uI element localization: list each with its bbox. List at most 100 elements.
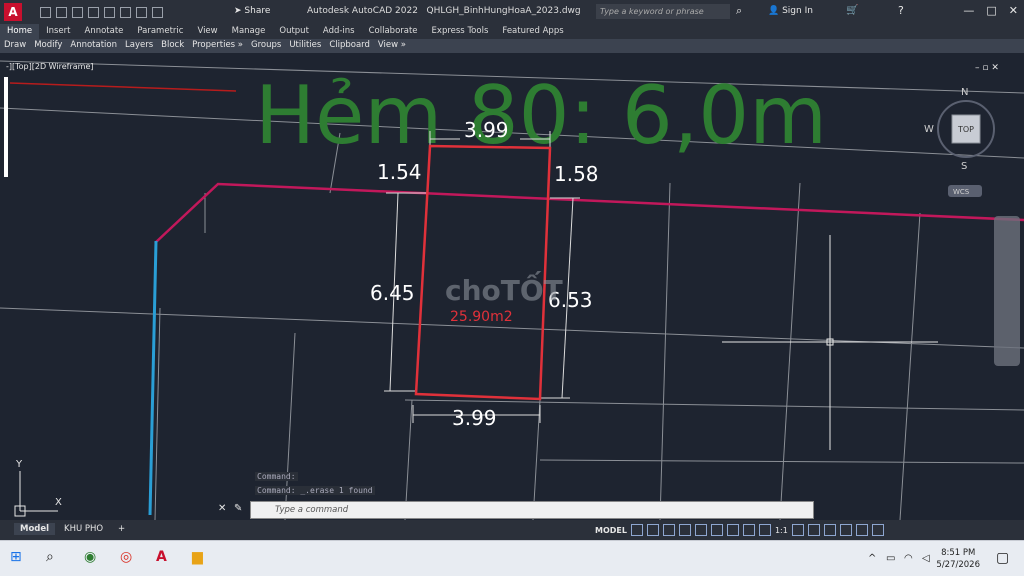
window-title: Autodesk AutoCAD 2022 QHLGH_BinhHungHoaA… xyxy=(307,6,581,16)
file-explorer-icon[interactable]: ▆ xyxy=(192,549,210,567)
ribbon-panels: Draw Modify Annotation Layers Block Propertie… xyxy=(0,39,1024,53)
isodraft-icon[interactable] xyxy=(694,524,707,536)
drawing-viewport[interactable]: Hẻm 80: 6,0m 3.99 3.99 6.45 6.53 1.54 1.… xyxy=(0,53,1024,520)
panel-modify[interactable]: Modify xyxy=(30,39,66,53)
grid-icon[interactable] xyxy=(630,524,643,536)
taskbar-clock[interactable]: 8:51 PM 5/27/2026 xyxy=(936,547,980,571)
tab-manage[interactable]: Manage xyxy=(225,24,273,39)
volume-icon[interactable]: ◁ xyxy=(922,553,930,564)
chrome-icon[interactable]: ◎ xyxy=(120,549,138,567)
tab-collaborate[interactable]: Collaborate xyxy=(362,24,425,39)
panel-properties[interactable]: Properties » xyxy=(188,39,247,53)
windows-taskbar: ⊞ ⌕ ◉ ◎ A ▆ ^ ▭ ◠ ◁ 8:51 PM 5/27/2026 ▢ xyxy=(0,540,1024,576)
panel-layers[interactable]: Layers xyxy=(121,39,157,53)
save-as-icon[interactable] xyxy=(88,6,99,18)
undo-icon[interactable] xyxy=(136,6,147,18)
clean-screen-icon[interactable] xyxy=(855,524,868,536)
add-layout-button[interactable]: + xyxy=(112,523,131,535)
isolate-icon[interactable] xyxy=(823,524,836,536)
panel-block[interactable]: Block xyxy=(157,39,188,53)
sign-in-button[interactable]: 👤 Sign In xyxy=(768,6,813,16)
panel-draw[interactable]: Draw xyxy=(0,39,30,53)
command-input[interactable]: Type a command xyxy=(250,501,814,519)
notifications-icon[interactable]: ▢ xyxy=(996,550,1009,566)
hardware-acceleration-icon[interactable] xyxy=(839,524,852,536)
search-icon[interactable]: ⌕ xyxy=(736,4,742,18)
share-button[interactable]: ➤ Share xyxy=(234,6,270,16)
snap-icon[interactable] xyxy=(646,524,659,536)
model-space-toggle[interactable]: MODEL xyxy=(595,526,627,535)
search-input[interactable]: Type a keyword or phrase xyxy=(596,4,730,19)
tab-express-tools[interactable]: Express Tools xyxy=(425,24,496,39)
title-bar: A ➤ Share Autodesk AutoCAD 2022 QHLGH_Bi… xyxy=(0,0,1024,24)
panel-view[interactable]: View » xyxy=(374,39,410,53)
viewport-window-controls-icon[interactable]: – ▫ ✕ xyxy=(975,63,999,73)
tab-output[interactable]: Output xyxy=(272,24,316,39)
redo-icon[interactable] xyxy=(152,6,163,18)
print-icon[interactable] xyxy=(120,6,131,18)
annotation-scale[interactable]: 1:1 xyxy=(775,526,788,535)
new-file-icon[interactable] xyxy=(40,6,51,18)
status-bar: MODEL 1:1 xyxy=(595,522,884,538)
window-controls: — □ ✕ xyxy=(963,4,1018,17)
windows-start-icon[interactable]: ⊞ xyxy=(10,549,28,567)
polar-icon[interactable] xyxy=(678,524,691,536)
minimize-icon[interactable]: — xyxy=(963,4,974,17)
command-customize-icon[interactable]: ✎ xyxy=(234,503,242,514)
clock-time: 8:51 PM xyxy=(941,548,976,558)
add-icon[interactable] xyxy=(807,524,820,536)
selection-cycling-icon[interactable] xyxy=(742,524,755,536)
dimension-left: 6.45 xyxy=(370,281,415,305)
command-close-icon[interactable]: ✕ xyxy=(218,503,226,514)
left-edge-marker xyxy=(4,77,8,177)
ortho-icon[interactable] xyxy=(662,524,675,536)
tab-featured-apps[interactable]: Featured Apps xyxy=(495,24,570,39)
viewcube-south[interactable]: S xyxy=(961,161,967,172)
panel-annotation[interactable]: Annotation xyxy=(66,39,121,53)
lineweight-icon[interactable] xyxy=(726,524,739,536)
wifi-icon[interactable]: ◠ xyxy=(904,553,913,564)
tab-model[interactable]: Model xyxy=(14,523,56,535)
viewcube-top[interactable]: TOP xyxy=(957,125,974,134)
tab-view[interactable]: View xyxy=(190,24,224,39)
dimension-top: 3.99 xyxy=(464,118,509,142)
app-icon[interactable]: ◉ xyxy=(84,549,102,567)
tab-add-ins[interactable]: Add-ins xyxy=(316,24,362,39)
cart-icon[interactable]: 🛒 xyxy=(846,5,858,16)
user-icon: 👤 xyxy=(768,6,780,16)
autocad-logo-icon[interactable]: A xyxy=(4,3,22,21)
command-history-2: Command: _.erase 1 found xyxy=(255,486,375,495)
drawing-canvas[interactable]: Hẻm 80: 6,0m 3.99 3.99 6.45 6.53 1.54 1.… xyxy=(0,53,1024,520)
autocad-taskbar-icon[interactable]: A xyxy=(156,549,174,567)
panel-clipboard[interactable]: Clipboard xyxy=(325,39,374,53)
web-mobile-icon[interactable] xyxy=(104,6,115,18)
open-folder-icon[interactable] xyxy=(56,6,67,18)
tab-annotate[interactable]: Annotate xyxy=(78,24,131,39)
viewcube-west[interactable]: W xyxy=(924,124,934,135)
tab-home[interactable]: Home xyxy=(0,24,40,39)
help-icon[interactable]: ? xyxy=(898,4,904,17)
viewport-controls-label[interactable]: -][Top][2D Wireframe] xyxy=(6,62,94,71)
command-history-1: Command: xyxy=(255,472,298,481)
viewcube-north[interactable]: N xyxy=(961,87,968,98)
chotot-watermark: choTỐT xyxy=(445,269,563,307)
tray-chevron-icon[interactable]: ^ xyxy=(868,553,876,564)
annotation-visibility-icon[interactable] xyxy=(758,524,771,536)
tab-parametric[interactable]: Parametric xyxy=(130,24,190,39)
save-icon[interactable] xyxy=(72,6,83,18)
panel-groups[interactable]: Groups xyxy=(247,39,285,53)
dimension-top-left: 1.54 xyxy=(377,160,422,184)
maximize-icon[interactable]: □ xyxy=(986,4,996,17)
navigation-bar[interactable] xyxy=(994,216,1020,366)
tab-khu-pho[interactable]: KHU PHO xyxy=(58,523,109,535)
panel-utilities[interactable]: Utilities xyxy=(285,39,325,53)
tab-insert[interactable]: Insert xyxy=(39,24,77,39)
close-icon[interactable]: ✕ xyxy=(1009,4,1018,17)
network-icon[interactable]: ▭ xyxy=(886,553,895,564)
customization-icon[interactable] xyxy=(871,524,884,536)
sign-in-label: Sign In xyxy=(782,6,813,16)
wcs-menu[interactable]: WCS xyxy=(953,188,970,196)
osnap-icon[interactable] xyxy=(710,524,723,536)
workspace-gear-icon[interactable] xyxy=(791,524,804,536)
search-taskbar-icon[interactable]: ⌕ xyxy=(46,549,64,567)
